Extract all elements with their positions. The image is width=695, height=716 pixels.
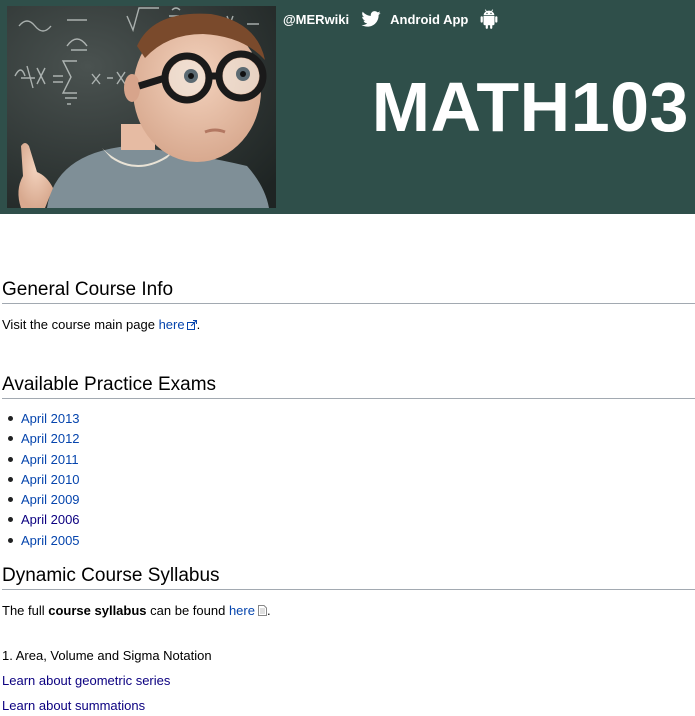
list-item: April 2011 (2, 451, 80, 471)
syllabus-suffix: . (266, 603, 271, 618)
bullet-icon (8, 416, 13, 421)
bullet-icon (8, 436, 13, 442)
course-title: MATH103 (371, 68, 689, 146)
document-icon (257, 605, 267, 616)
syllabus-prefix: The full (2, 603, 49, 618)
geometric-series-link[interactable]: Learn about geometric series (2, 673, 170, 688)
practice-exams-list: April 2013 April 2012 April 2011 April 2… (2, 410, 80, 552)
syllabus-topic: 1. Area, Volume and Sigma Notation (2, 648, 212, 663)
header-photo (7, 6, 276, 208)
header-banner: @MERwiki Android App MATH103 (0, 0, 695, 214)
general-info-prefix: Visit the course main page (2, 317, 159, 332)
list-item: April 2013 (2, 410, 80, 430)
exam-link[interactable]: April 2013 (21, 411, 80, 426)
exam-link[interactable]: April 2012 (21, 431, 80, 446)
social-links: @MERwiki Android App (283, 9, 498, 29)
list-item: April 2010 (2, 471, 80, 491)
geometric-series-link-line: Learn about geometric series (2, 672, 170, 689)
boy-chalkboard-image (7, 6, 276, 208)
bullet-icon (8, 517, 13, 523)
exam-link[interactable]: April 2011 (21, 452, 79, 467)
twitter-icon[interactable] (361, 11, 381, 27)
bullet-icon (8, 476, 13, 482)
exam-link[interactable]: April 2005 (21, 533, 80, 548)
external-link-icon (186, 320, 197, 330)
list-item: April 2005 (2, 532, 80, 552)
exam-link[interactable]: April 2010 (21, 472, 80, 487)
list-item: April 2009 (2, 491, 80, 511)
practice-exams-heading: Available Practice Exams (2, 373, 695, 399)
syllabus-text: The full course syllabus can be found he… (2, 602, 271, 619)
list-item: April 2012 (2, 430, 80, 450)
general-info-heading: General Course Info (2, 278, 695, 304)
list-item: April 2006 (2, 511, 80, 531)
summations-link-line: Learn about summations (2, 697, 145, 714)
syllabus-link[interactable]: here (229, 603, 255, 618)
general-info-text: Visit the course main page here. (2, 316, 200, 333)
course-main-page-link[interactable]: here (159, 317, 185, 332)
bullet-icon (8, 456, 13, 462)
bullet-icon (8, 497, 13, 503)
summations-link[interactable]: Learn about summations (2, 698, 145, 713)
general-info-suffix: . (196, 317, 201, 332)
exam-link[interactable]: April 2006 (21, 512, 80, 527)
syllabus-middle: can be found (146, 603, 229, 618)
bullet-icon (8, 537, 13, 543)
android-app-link[interactable]: Android App (390, 12, 468, 27)
syllabus-heading: Dynamic Course Syllabus (2, 564, 695, 590)
twitter-handle-link[interactable]: @MERwiki (283, 12, 349, 27)
android-icon[interactable] (480, 9, 498, 29)
exam-link[interactable]: April 2009 (21, 492, 80, 507)
syllabus-bold-text: course syllabus (48, 603, 147, 618)
